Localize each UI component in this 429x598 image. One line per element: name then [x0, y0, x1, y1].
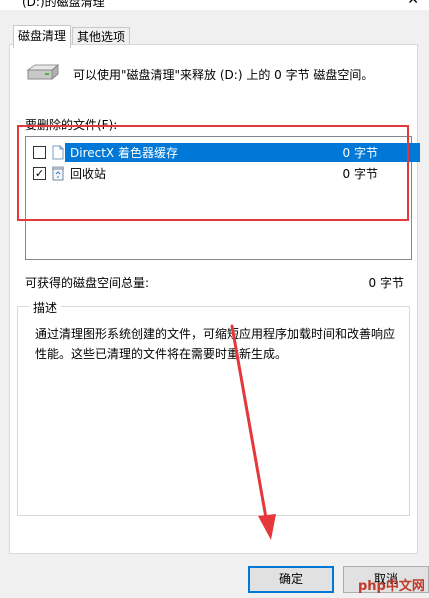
close-icon[interactable]: ✕: [407, 0, 419, 8]
ok-button-label: 确定: [278, 572, 303, 586]
description-legend: 描述: [29, 299, 62, 316]
ok-button[interactable]: 确定: [248, 566, 334, 593]
tab-label: 其他选项: [77, 30, 126, 44]
window-title: (D:)的磁盘清理: [22, 0, 105, 9]
total-space-label: 可获得的磁盘空间总量:: [25, 276, 150, 290]
drive-icon: [26, 63, 59, 81]
tab-label: 磁盘清理: [18, 29, 67, 43]
description-text: 通过清理图形系统创建的文件，可缩短应用程序加载时间和改善响应性能。这些已清理的文…: [35, 327, 396, 361]
highlight-box: [17, 125, 409, 221]
info-text: 可以使用"磁盘清理"来释放 (D:) 上的 0 字节 磁盘空间。: [73, 68, 374, 82]
title-bar: (D:)的磁盘清理 ✕: [0, 0, 429, 10]
total-space-value: 0 字节: [368, 276, 404, 290]
tab-disk-cleanup[interactable]: 磁盘清理: [13, 25, 72, 48]
watermark-text: php中文网: [358, 579, 425, 594]
file-size: 0 字节: [342, 146, 378, 160]
file-name: DirectX 着色器缓存: [70, 146, 178, 160]
file-icon: [52, 145, 64, 160]
